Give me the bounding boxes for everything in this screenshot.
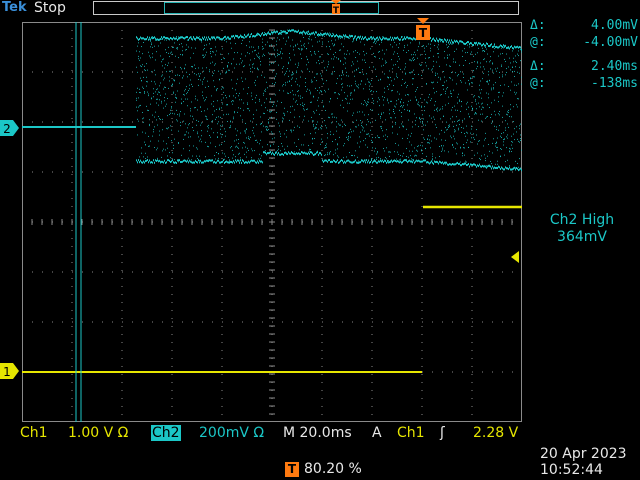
ch2-ground-marker[interactable]: 2: [0, 120, 22, 136]
cursor-readout-row: @: -138ms: [530, 76, 638, 91]
bottom-settings-bar: Ch1 1.00 V Ω Ch2 200mV Ω M 20.0ms A Ch1 …: [0, 425, 640, 445]
trigger-level-arrow-icon[interactable]: [511, 251, 521, 263]
ch1-ground-marker[interactable]: 1: [0, 363, 22, 379]
trigger-point-marker-icon[interactable]: T: [413, 18, 433, 42]
ch1-label[interactable]: Ch1: [20, 425, 48, 441]
brand-logo: Tek: [2, 0, 27, 15]
top-status-bar: Tek Stop T: [0, 0, 640, 18]
trigger-position-value[interactable]: 80.20 %: [304, 461, 362, 477]
svg-text:1: 1: [3, 365, 11, 379]
cursor-readout-row: Δ: 4.00mV: [530, 18, 638, 33]
svg-text:T: T: [333, 6, 340, 14]
ch1-scale[interactable]: 1.00 V Ω: [68, 425, 128, 441]
acquisition-run-state[interactable]: Stop: [34, 0, 66, 16]
measurement-value: 364mV: [557, 229, 607, 245]
measurement-readout: Ch2 High 364mV: [526, 212, 638, 246]
trigger-mode[interactable]: A: [372, 425, 382, 441]
trigger-level[interactable]: 2.28 V: [473, 425, 518, 441]
date-time: 20 Apr 2023 10:52:44: [540, 446, 627, 478]
cursor-readout-row: @: -4.00mV: [530, 35, 638, 50]
trigger-position-icon: T: [285, 462, 299, 477]
date-text: 20 Apr 2023: [540, 446, 627, 462]
trigger-slope-icon[interactable]: ʃ: [440, 425, 445, 441]
timebase[interactable]: M 20.0ms: [283, 425, 352, 441]
cursor-readout-row: Δ: 2.40ms: [530, 59, 638, 74]
svg-text:T: T: [419, 26, 428, 40]
ch2-scale[interactable]: 200mV Ω: [199, 425, 264, 441]
ch1-waveform: [22, 205, 522, 373]
trigger-position-marker-icon[interactable]: T: [331, 0, 341, 14]
cursor-readouts: Δ: 4.00mV @: -4.00mV Δ: 2.40ms @: -138ms: [530, 18, 638, 93]
waveform-graticule[interactable]: [22, 22, 522, 422]
ch2-label[interactable]: Ch2: [151, 425, 181, 441]
record-display-window[interactable]: [164, 2, 379, 14]
measurement-label: Ch2 High: [549, 212, 615, 228]
svg-text:2: 2: [3, 122, 11, 136]
time-text: 10:52:44: [540, 462, 603, 478]
graticule-grid: [22, 22, 522, 422]
trigger-source[interactable]: Ch1: [397, 425, 425, 441]
